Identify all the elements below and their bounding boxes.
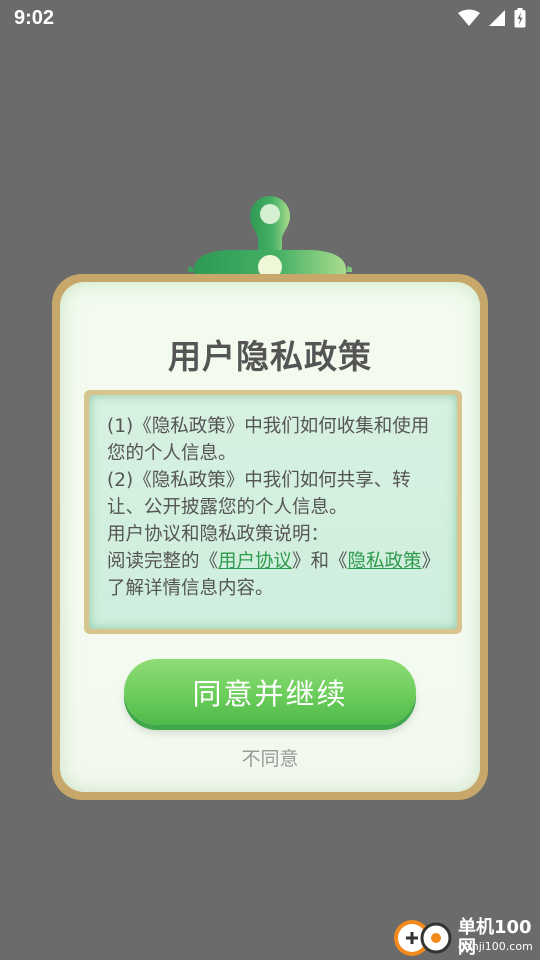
policy-line-2: (2)《隐私政策》中我们如何共享、转让、公开披露您的个人信息。 [107,470,411,518]
agree-continue-button[interactable]: 同意并继续 [124,659,416,725]
policy-line-4-prefix: 阅读完整的《 [107,551,219,572]
policy-line-1: (1)《隐私政策》中我们如何收集和使用您的个人信息。 [107,416,430,464]
status-icons [458,8,526,28]
status-bar: 9:02 [0,0,540,36]
status-time: 9:02 [14,6,55,29]
battery-icon [514,8,526,28]
privacy-policy-link[interactable]: 隐私政策 [348,551,422,572]
disagree-button[interactable]: 不同意 [0,744,540,771]
wifi-icon [458,9,480,26]
dialog-title: 用户隐私政策 [168,337,372,376]
policy-line-4-mid: 》和《 [292,551,348,572]
user-agreement-link[interactable]: 用户协议 [218,551,292,572]
policy-line-4: 阅读完整的《用户协议》和《隐私政策》了解详情信息内容。 [107,548,439,602]
watermark-url: danji100.com [458,940,533,953]
policy-content: (1)《隐私政策》中我们如何收集和使用您的个人信息。 (2)《隐私政策》中我们如… [89,395,457,629]
policy-line-3: 用户协议和隐私政策说明： [107,524,330,545]
signal-icon [489,10,505,26]
